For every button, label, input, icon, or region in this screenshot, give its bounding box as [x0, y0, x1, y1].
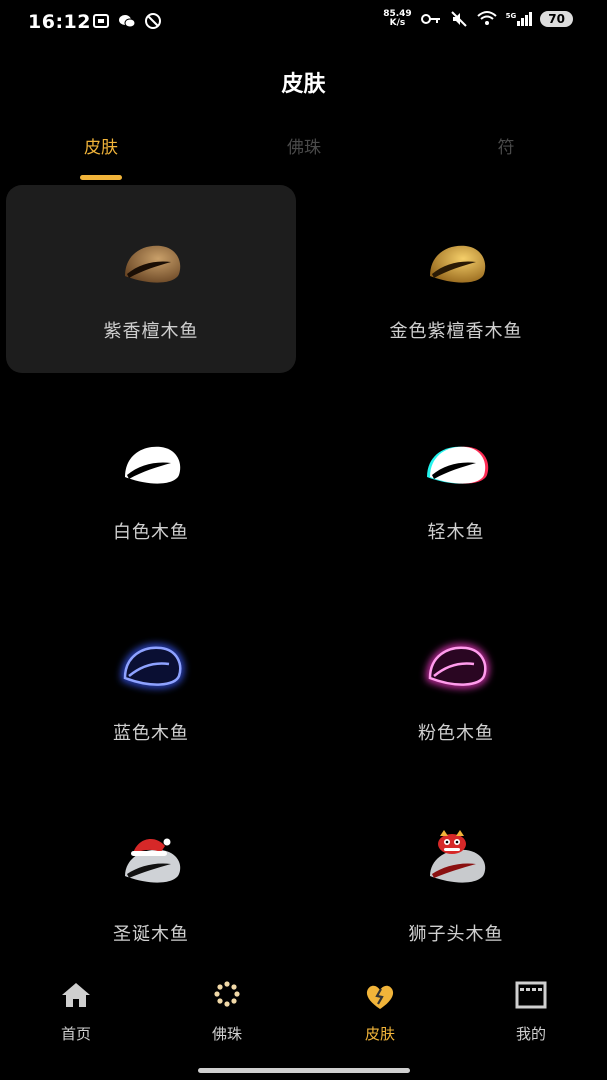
screen-capture-icon [93, 14, 109, 28]
nav-skins-label: 皮肤 [364, 1025, 395, 1043]
skin-label: 圣诞木鱼 [113, 924, 189, 945]
wooden-fish-neon-blue-icon [121, 644, 184, 688]
skin-label: 金色紫檀香木鱼 [389, 321, 523, 342]
skin-card-gold-sandalwood[interactable]: 金色紫檀香木鱼 [311, 185, 601, 373]
skin-card-white[interactable]: 白色木鱼 [6, 386, 296, 574]
nav-beads[interactable]: 佛珠 [167, 968, 287, 1048]
wooden-fish-christmas-icon [125, 838, 181, 883]
broken-heart-icon [366, 985, 394, 1009]
status-right-icons: 85.49 K/s 5G 70 [383, 10, 573, 28]
page-title: 皮肤 [281, 72, 326, 97]
skin-card-christmas[interactable]: 圣诞木鱼 [6, 788, 296, 976]
profile-box-icon [515, 981, 547, 1009]
key-icon [420, 14, 440, 24]
no-disturb-icon [145, 13, 161, 29]
nav-home[interactable]: 首页 [16, 968, 136, 1048]
wifi-icon [477, 11, 497, 25]
mute-icon [450, 11, 467, 27]
signal-icon: 5G [506, 12, 533, 26]
skin-card-blue[interactable]: 蓝色木鱼 [6, 587, 296, 775]
skin-label: 白色木鱼 [113, 522, 189, 543]
nav-profile[interactable]: 我的 [471, 968, 591, 1048]
skin-label: 狮子头木鱼 [408, 924, 504, 945]
beads-icon [214, 981, 240, 1007]
wooden-fish-neon-pink-icon [426, 644, 489, 688]
nav-home-label: 首页 [60, 1025, 91, 1043]
category-tabs: 皮肤 佛珠 符 [0, 133, 607, 183]
skin-card-lion-head[interactable]: 狮子头木鱼 [311, 788, 601, 976]
skin-label: 蓝色木鱼 [113, 723, 189, 744]
wooden-fish-gold-icon [430, 245, 486, 283]
tab-skins[interactable]: 皮肤 [41, 133, 161, 158]
wechat-icon [119, 15, 136, 28]
network-speed: 85.49 K/s [383, 9, 412, 28]
skin-label: 轻木鱼 [427, 522, 485, 543]
wooden-fish-white-icon [125, 446, 181, 484]
home-indicator[interactable] [198, 1068, 410, 1073]
skin-label: 粉色木鱼 [418, 723, 494, 744]
wooden-fish-lion-head-icon [430, 830, 486, 883]
tab-talisman[interactable]: 符 [446, 133, 566, 158]
skin-label: 紫香檀木鱼 [103, 321, 199, 342]
nav-beads-label: 佛珠 [211, 1025, 242, 1043]
status-time: 16:12 [28, 11, 91, 33]
status-bar: 16:12 85.49 K/s 5G 70 [0, 0, 607, 46]
skin-card-light[interactable]: 轻木鱼 [311, 386, 601, 574]
home-icon [62, 983, 90, 1007]
tab-beads[interactable]: 佛珠 [244, 133, 364, 158]
active-tab-indicator [80, 175, 122, 180]
skin-card-pink[interactable]: 粉色木鱼 [311, 587, 601, 775]
battery-indicator: 70 [540, 11, 573, 27]
nav-skins[interactable]: 皮肤 [320, 968, 440, 1048]
wooden-fish-glitch-icon [427, 446, 489, 484]
bottom-nav: 首页 佛珠 皮肤 我的 [0, 968, 607, 1080]
skin-card-sandalwood[interactable]: 紫香檀木鱼 [6, 185, 296, 373]
wooden-fish-brown-icon [125, 245, 181, 283]
nav-profile-label: 我的 [515, 1025, 546, 1043]
status-left-icons [92, 12, 162, 30]
